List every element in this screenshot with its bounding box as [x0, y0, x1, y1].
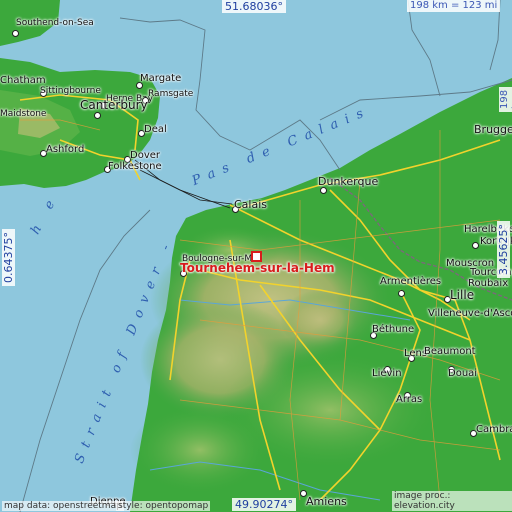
- credit-elevation-city: image proc.: elevation.city: [392, 491, 512, 511]
- scale-top: 198 km = 123 mi: [407, 0, 501, 12]
- city-deal: Deal: [144, 124, 167, 135]
- scale-right: 198 km = 123 mi: [499, 86, 512, 112]
- coord-top: 51.68036°: [222, 0, 286, 13]
- city-dunkerque: Dunkerque: [318, 175, 379, 188]
- city-villeneuve-dascq: Villeneuve-d'Ascq: [428, 308, 512, 319]
- city-calais: Calais: [234, 198, 268, 211]
- credit-style: style: opentopomap: [116, 501, 211, 511]
- city-folkestone: Folkestone: [108, 161, 162, 172]
- map-view[interactable]: Pas de Calais Strait of Dover - h e Sout…: [0, 0, 512, 512]
- city-sittingbourne: Sittingbourne: [40, 86, 101, 96]
- highlighted-place-label[interactable]: Tournehem-sur-la-Hem: [180, 261, 335, 275]
- city-armentieres: Armentières: [380, 276, 442, 287]
- city-bethune: Béthune: [372, 324, 415, 335]
- city-southend-on-sea: Southend-on-Sea: [16, 18, 94, 28]
- city-amiens: Amiens: [306, 495, 347, 508]
- city-maidstone: Maidstone: [0, 109, 47, 119]
- city-dot: [472, 242, 479, 249]
- city-dot: [398, 290, 405, 297]
- city-margate: Margate: [140, 73, 182, 84]
- city-chatham: Chatham: [0, 75, 46, 86]
- city-cambrai: Cambrai: [476, 424, 512, 435]
- credit-osm: map data: openstreetmap: [2, 501, 124, 511]
- city-arras: Arras: [396, 394, 423, 405]
- city-ramsgate: Ramsgate: [148, 89, 194, 99]
- coord-bottom: 49.90274°: [232, 498, 296, 511]
- city-beaumont: Beaumont: [424, 346, 476, 357]
- city-dot: [94, 112, 101, 119]
- city-dot: [12, 30, 19, 37]
- city-ashford: Ashford: [46, 144, 85, 155]
- city-lille: Lille: [450, 288, 475, 302]
- city-dot: [320, 187, 327, 194]
- city-roubaix: Roubaix: [468, 278, 509, 289]
- coord-right: 3.45625°: [497, 221, 510, 278]
- city-douai: Douai: [448, 368, 478, 379]
- city-brugge: Brugge: [474, 123, 512, 136]
- city-lievin: Liévin: [372, 368, 402, 379]
- city-dover: Dover: [130, 150, 160, 161]
- city-canterbury: Canterbury: [80, 98, 148, 112]
- coord-left: 0.64375°: [2, 229, 15, 286]
